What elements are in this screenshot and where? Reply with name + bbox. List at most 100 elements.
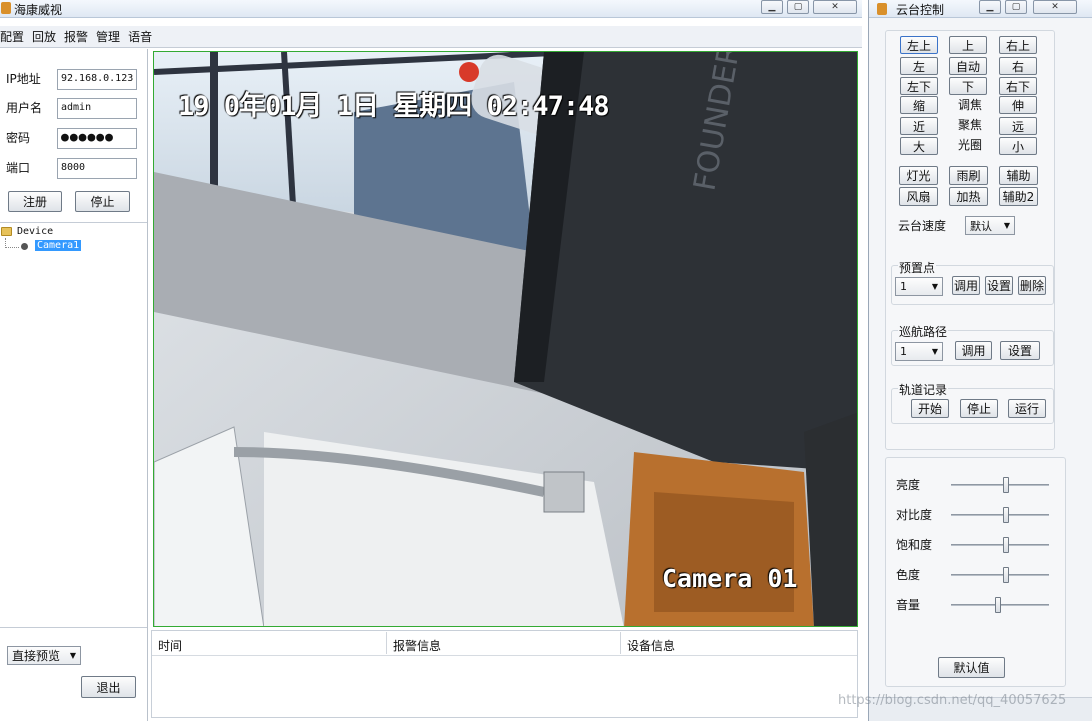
focus-near-button[interactable]: 近 — [900, 117, 938, 135]
default-values-button[interactable]: 默认值 — [938, 657, 1005, 678]
cruise-select[interactable]: 1 ▼ — [895, 342, 943, 361]
ptz-down-right-button[interactable]: 右下 — [999, 77, 1037, 95]
zoom-out-button[interactable]: 缩 — [900, 96, 938, 114]
menu-voice[interactable]: 语音 — [128, 28, 152, 45]
username-input[interactable]: admin — [57, 98, 137, 119]
column-header-device[interactable]: 设备信息 — [621, 632, 857, 654]
close-button[interactable]: ✕ — [813, 0, 857, 14]
cruise-set-button[interactable]: 设置 — [1000, 341, 1040, 360]
main-window-title: 海康威视 — [14, 3, 63, 17]
password-input[interactable]: ●●●●●● — [57, 128, 137, 149]
ptz-down-button[interactable]: 下 — [949, 77, 987, 95]
param-label: 色度 — [896, 568, 921, 582]
iris-big-button[interactable]: 大 — [900, 137, 938, 155]
param-slider-track[interactable] — [951, 544, 1049, 546]
param-slider-track[interactable] — [951, 484, 1049, 486]
register-button[interactable]: 注册 — [8, 191, 62, 212]
ptz-up-right-button[interactable]: 右上 — [999, 36, 1037, 54]
password-label: 密码 — [6, 131, 31, 145]
iris-label: 光圈 — [958, 138, 983, 152]
ptz-speed-select[interactable]: 默认 ▼ — [965, 216, 1015, 235]
preset-call-button[interactable]: 调用 — [952, 276, 980, 295]
video-preview[interactable]: FOUNDER 19 0年01月 1日 星期四 02:47:48 Camera … — [153, 51, 858, 627]
preset-label: 预置点 — [898, 259, 937, 276]
param-label: 亮度 — [896, 478, 921, 492]
wiper-button[interactable]: 雨刷 — [949, 166, 988, 185]
ptz-left-button[interactable]: 左 — [900, 57, 938, 75]
aux2-button[interactable]: 辅助2 — [999, 187, 1038, 206]
zoom-in-button[interactable]: 伸 — [999, 96, 1037, 114]
menu-alarm[interactable]: 报警 — [64, 28, 88, 45]
ptz-auto-button[interactable]: 自动 — [949, 57, 987, 75]
main-title-bar: 海康威视 ▁ ▢ ✕ — [0, 0, 862, 18]
exit-button[interactable]: 退出 — [81, 676, 136, 698]
left-panel: IP地址 92.168.0.123 用户名 admin 密码 ●●●●●● 端口… — [0, 49, 148, 721]
param-slider-track[interactable] — [951, 574, 1049, 576]
ptz-up-left-button[interactable]: 左上 — [900, 36, 938, 54]
preset-set-button[interactable]: 设置 — [985, 276, 1013, 295]
param-slider-thumb[interactable] — [995, 597, 1001, 613]
light-button[interactable]: 灯光 — [899, 166, 938, 185]
param-slider-thumb[interactable] — [1003, 507, 1009, 523]
cruise-call-button[interactable]: 调用 — [955, 341, 992, 360]
folder-icon — [1, 227, 12, 236]
ip-input[interactable]: 92.168.0.123 — [57, 69, 137, 90]
preset-delete-button[interactable]: 删除 — [1018, 276, 1046, 295]
ptz-down-left-button[interactable]: 左下 — [900, 77, 938, 95]
preview-mode-value: 直接预览 — [12, 649, 61, 663]
track-label: 轨道记录 — [898, 381, 949, 398]
ptz-up-button[interactable]: 上 — [949, 36, 987, 54]
param-slider-thumb[interactable] — [1003, 537, 1009, 553]
chair-back — [654, 492, 794, 612]
param-slider-thumb[interactable] — [1003, 477, 1009, 493]
table-header-line — [152, 655, 857, 656]
track-stop-button[interactable]: 停止 — [960, 399, 998, 418]
menu-manage[interactable]: 管理 — [96, 28, 120, 45]
ptz-minimize-button[interactable]: ▁ — [979, 0, 1001, 14]
menu-playback[interactable]: 回放 — [32, 28, 56, 45]
username-label: 用户名 — [6, 101, 43, 115]
ptz-window-title: 云台控制 — [896, 3, 945, 17]
focus-far-button[interactable]: 远 — [999, 117, 1037, 135]
preset-value: 1 — [900, 280, 907, 293]
column-header-time[interactable]: 时间 — [152, 632, 387, 654]
ptz-window: 云台控制 ▁ ▢ ✕ 左上 上 右上 左 自动 右 左下 下 右下 缩 调焦 伸… — [868, 0, 1092, 721]
ptz-app-icon — [877, 3, 887, 15]
column-header-alarm[interactable]: 报警信息 — [387, 632, 621, 654]
preset-select[interactable]: 1 ▼ — [895, 277, 943, 296]
heater-button[interactable]: 加热 — [949, 187, 988, 206]
watermark: https://blog.csdn.net/qq_40057625 — [838, 693, 1067, 708]
param-label: 饱和度 — [896, 538, 933, 552]
stop-button[interactable]: 停止 — [75, 191, 130, 212]
param-slider-track[interactable] — [951, 514, 1049, 516]
chevron-down-icon: ▼ — [931, 282, 938, 291]
menu-config[interactable]: 配置 — [0, 28, 24, 45]
tree-root-device[interactable]: Device — [17, 226, 53, 237]
ptz-close-button[interactable]: ✕ — [1033, 0, 1077, 14]
cruise-label: 巡航路径 — [898, 323, 949, 340]
aux-button[interactable]: 辅助 — [999, 166, 1038, 185]
param-label: 音量 — [896, 598, 921, 612]
camera-frame: FOUNDER — [154, 52, 857, 626]
preview-mode-select[interactable]: 直接预览 ▼ — [7, 646, 81, 665]
iris-small-button[interactable]: 小 — [999, 137, 1037, 155]
param-slider-thumb[interactable] — [1003, 567, 1009, 583]
focus-label: 聚焦 — [958, 118, 983, 132]
fan-button[interactable]: 风扇 — [899, 187, 938, 206]
ptz-title-bar: 云台控制 ▁ ▢ ✕ — [869, 0, 1092, 18]
maximize-button[interactable]: ▢ — [787, 0, 809, 14]
minimize-button[interactable]: ▁ — [761, 0, 783, 14]
bottle-cap — [459, 62, 479, 82]
ptz-speed-value: 默认 — [970, 219, 992, 233]
ptz-maximize-button[interactable]: ▢ — [1005, 0, 1027, 14]
ptz-right-button[interactable]: 右 — [999, 57, 1037, 75]
camera-node-icon — [21, 243, 28, 250]
track-start-button[interactable]: 开始 — [911, 399, 949, 418]
tree-item-camera1[interactable]: Camera1 — [35, 240, 82, 251]
track-run-button[interactable]: 运行 — [1008, 399, 1046, 418]
chevron-down-icon: ▼ — [1003, 221, 1010, 230]
device-tree: Device Camera1 — [0, 225, 147, 625]
device-box — [543, 471, 585, 513]
param-label: 对比度 — [896, 508, 933, 522]
port-input[interactable]: 8000 — [57, 158, 137, 179]
